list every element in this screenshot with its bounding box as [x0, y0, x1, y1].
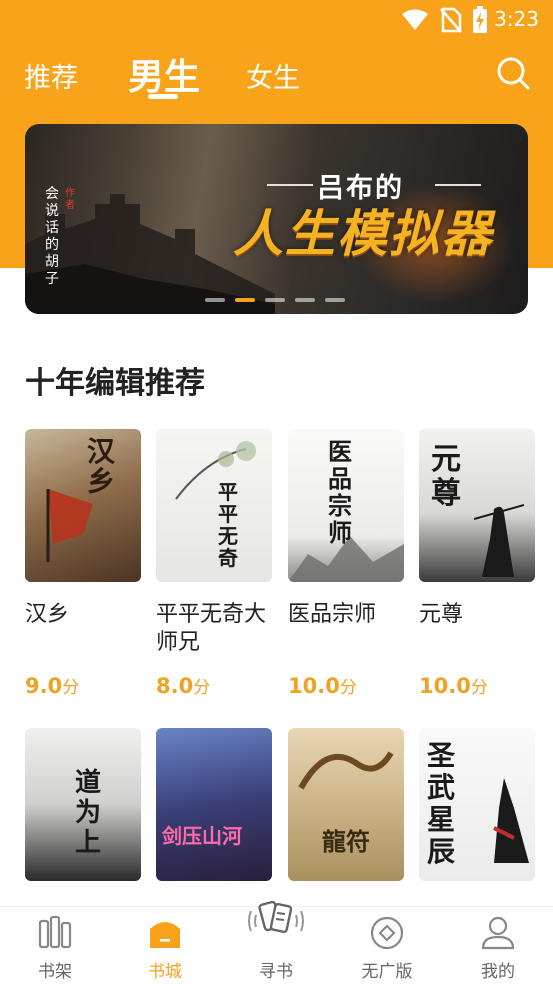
section-title: 十年编辑推荐 [25, 366, 205, 401]
nav-label: 寻书 [259, 962, 293, 982]
book-cover[interactable]: 剑压山河 [156, 728, 272, 881]
tab-male[interactable]: 男生 [128, 48, 200, 100]
find-book-icon [248, 900, 304, 934]
book-cover[interactable]: 元尊 [419, 429, 535, 582]
banner-title: 人生模拟器 [233, 205, 493, 263]
book-cover[interactable]: 平平无奇 [156, 429, 272, 582]
tab-indicator [148, 94, 178, 99]
status-bar: 3:23 [0, 0, 553, 38]
nav-label: 书城 [148, 962, 182, 982]
nav-label: 无广版 [361, 962, 413, 982]
book-name[interactable]: 医品宗师 [288, 601, 413, 629]
swordsman-art [493, 778, 529, 863]
book-score: 8.0分 [156, 673, 210, 698]
carousel-dot[interactable] [325, 298, 345, 302]
nav-find-book[interactable]: 寻书 [221, 900, 331, 984]
banner-author-seal: 作者 [65, 188, 75, 211]
wifi-icon [402, 9, 428, 30]
cover-title: 医品宗师 [328, 438, 352, 547]
nav-store[interactable]: 书城 [110, 907, 220, 984]
score-value: 10.0 [419, 674, 471, 698]
cover-title: 道为上 [75, 768, 102, 858]
bookshelf-icon [38, 915, 72, 949]
no-sim-icon [440, 7, 462, 33]
book-score: 10.0分 [419, 673, 488, 698]
book-name[interactable]: 汉乡 [25, 601, 150, 629]
carousel-dots [25, 298, 528, 304]
nav-profile[interactable]: 我的 [443, 907, 553, 984]
tab-recommend[interactable]: 推荐 [24, 56, 78, 95]
nav-bookshelf[interactable]: 书架 [0, 907, 110, 984]
score-unit: 分 [339, 678, 357, 698]
carousel-dot[interactable] [295, 298, 315, 302]
subtitle-line-right [435, 184, 481, 186]
book-cover[interactable]: 圣武星辰 [419, 728, 535, 881]
cover-title: 龍符 [322, 828, 370, 856]
banner-author: 会说话的胡子 [45, 186, 59, 287]
profile-icon [481, 916, 515, 950]
book-cover[interactable]: 汉乡 [25, 429, 141, 582]
bottom-nav: 书架 书城 寻书 无广版 我的 [0, 900, 553, 984]
cover-title: 圣武星辰 [427, 739, 456, 868]
dragon-art [298, 751, 394, 790]
cover-title: 平平无奇 [218, 480, 238, 570]
no-ads-icon [370, 916, 404, 950]
warrior-art [474, 504, 524, 577]
carousel-dot[interactable] [265, 298, 285, 302]
cover-title: 元尊 [431, 442, 461, 511]
book-name[interactable]: 元尊 [419, 601, 544, 629]
tree-art [175, 441, 256, 500]
score-unit: 分 [193, 678, 211, 698]
store-icon [150, 922, 180, 948]
book-cover[interactable]: 龍符 [288, 728, 404, 881]
battery-charging-icon [473, 6, 487, 33]
score-value: 9.0 [25, 674, 63, 698]
cover-title: 汉乡 [87, 435, 116, 498]
top-nav: 推荐 男生 女生 [0, 44, 553, 104]
status-time: 3:23 [494, 7, 539, 31]
cover-title: 剑压山河 [162, 824, 242, 848]
score-unit: 分 [62, 678, 80, 698]
promo-banner[interactable]: 会说话的胡子 作者 吕布的 人生模拟器 [25, 124, 528, 314]
carousel-dot-active[interactable] [235, 298, 255, 302]
book-cover[interactable]: 道为上 [25, 728, 141, 881]
book-score: 10.0分 [288, 673, 357, 698]
score-value: 10.0 [288, 674, 340, 698]
book-cover[interactable]: 医品宗师 [288, 429, 404, 582]
search-icon[interactable] [496, 56, 530, 90]
subtitle-line-left [267, 184, 313, 186]
nav-no-ads[interactable]: 无广版 [332, 907, 442, 984]
tab-female[interactable]: 女生 [246, 56, 300, 95]
nav-label: 书架 [38, 962, 72, 982]
book-score: 9.0分 [25, 673, 79, 698]
book-name[interactable]: 平平无奇大师兄 [156, 601, 281, 657]
score-unit: 分 [470, 678, 488, 698]
nav-label: 我的 [481, 962, 515, 982]
score-value: 8.0 [156, 674, 194, 698]
carousel-dot[interactable] [205, 298, 225, 302]
